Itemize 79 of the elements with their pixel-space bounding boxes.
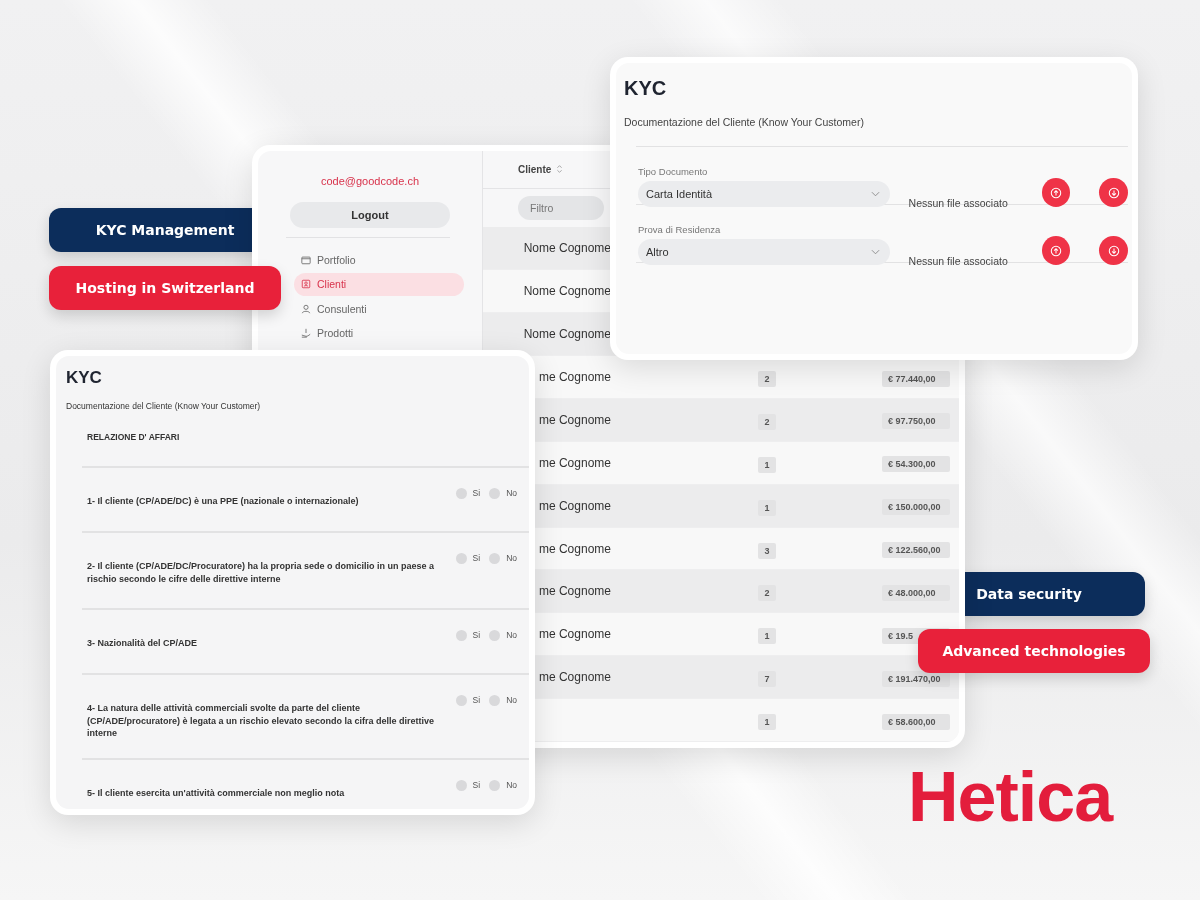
count-tag: 7 xyxy=(758,671,776,688)
amount-tag: € 77.440,00 xyxy=(882,370,950,387)
amount-tag: € 58.600,00 xyxy=(882,713,950,730)
person-icon xyxy=(301,303,311,314)
hand-icon xyxy=(301,328,311,338)
chevron-down-icon xyxy=(870,249,880,255)
download-button[interactable] xyxy=(1099,236,1128,265)
amount-tag: € 48.000,00 xyxy=(882,584,950,601)
arrow-down-icon xyxy=(1107,244,1120,257)
count-tag: 1 xyxy=(758,499,776,516)
client-name: me Cognome xyxy=(538,455,611,470)
logout-button[interactable]: Logout xyxy=(290,202,450,228)
sidebar-item[interactable]: Portfolio xyxy=(294,248,464,271)
sidebar-item[interactable]: Consulenti xyxy=(294,297,464,320)
column-header[interactable]: Cliente xyxy=(518,163,552,175)
client-name: me Cognome xyxy=(538,370,611,384)
arrow-up-icon xyxy=(1050,186,1063,199)
radio-option[interactable]: No xyxy=(489,695,517,707)
radio-option[interactable]: Si xyxy=(455,695,481,707)
file-status: Nessun file associato xyxy=(908,255,1009,267)
count-tag: 1 xyxy=(758,714,776,730)
amount-tag: € 97.750,00 xyxy=(882,413,950,430)
arrow-up-icon xyxy=(1050,244,1063,257)
client-name: me Cognome xyxy=(538,498,611,513)
document-select[interactable]: Carta Identità xyxy=(638,181,890,207)
contact-card-icon xyxy=(301,279,311,289)
radio-option[interactable]: No xyxy=(489,780,517,792)
file-status: Nessun file associato xyxy=(908,197,1009,209)
radio-option[interactable]: Si xyxy=(455,780,481,792)
client-name: Nome Cognome xyxy=(523,284,611,299)
section-heading: RELAZIONE D' AFFARI xyxy=(82,432,529,468)
client-name: Nome Cognome xyxy=(523,327,611,342)
window-title: KYC xyxy=(66,368,103,388)
count-tag: 3 xyxy=(758,542,776,559)
sidebar-item[interactable]: Prodotti xyxy=(294,321,464,345)
radio-option[interactable]: Si xyxy=(455,630,481,642)
question-text: 1- Il cliente (CP/ADE/DC) è una PPE (nazionale o internazionale) xyxy=(87,495,360,508)
upload-button[interactable] xyxy=(1041,178,1071,207)
radio-option[interactable]: Si xyxy=(455,553,481,565)
chevron-down-icon xyxy=(870,191,880,197)
logo: Hetica xyxy=(908,762,1113,832)
radio-option[interactable]: Si xyxy=(455,488,481,500)
count-tag: 1 xyxy=(758,628,776,645)
feature-badge: Advanced technologies xyxy=(918,629,1150,673)
count-tag: 2 xyxy=(758,413,776,430)
question-text: 4- La natura delle attività commerciali svolte da parte del cliente (CP/ADE/procuratore) è legata a un rischio elevato secondo la cifra delle direttive interne xyxy=(87,702,436,740)
radio-option[interactable]: No xyxy=(489,630,517,642)
window-title: KYC xyxy=(624,77,668,100)
client-name: me Cognome xyxy=(538,670,611,685)
question-text: 3- Nazionalità del CP/ADE xyxy=(87,637,199,650)
count-tag: 2 xyxy=(758,585,776,602)
document-select[interactable]: Altro xyxy=(638,239,890,265)
count-tag: 1 xyxy=(758,456,776,473)
client-name: Nome Cognome xyxy=(523,241,611,256)
amount-tag: € 191.470,00 xyxy=(882,670,950,687)
upload-button[interactable] xyxy=(1041,236,1071,265)
filter-field[interactable]: Filtro xyxy=(518,196,604,221)
field-label: Tipo Documento xyxy=(638,166,709,177)
feature-badge: Hosting in Switzerland xyxy=(49,266,281,310)
amount-tag: € 122.560,00 xyxy=(882,542,950,558)
radio-option[interactable]: No xyxy=(489,553,517,565)
amount-tag: € 150.000,00 xyxy=(882,499,950,516)
client-name: me Cognome xyxy=(538,584,611,599)
count-tag: 2 xyxy=(758,371,776,387)
question-text: 5- Il cliente esercita un'attività commerciale non meglio nota xyxy=(87,787,346,800)
window-subtitle: Documentazione del Cliente (Know Your Customer) xyxy=(66,401,262,411)
client-name: me Cognome xyxy=(538,627,611,642)
client-name: me Cognome xyxy=(538,412,611,427)
client-name: me Cognome xyxy=(538,541,611,556)
window-subtitle: Documentazione del Cliente (Know Your Customer) xyxy=(624,116,865,128)
folder-icon xyxy=(301,254,311,265)
sidebar-item[interactable]: Clienti xyxy=(294,272,464,296)
radio-option[interactable]: No xyxy=(489,488,517,500)
question-text: 2- Il cliente (CP/ADE/DC/Procuratore) ha la propria sede o domicilio in un paese a rischio secondo le cifre delle direttive interne xyxy=(87,560,436,586)
download-button[interactable] xyxy=(1099,178,1128,207)
field-label: Prova di Residenza xyxy=(638,224,722,235)
arrow-down-icon xyxy=(1107,186,1120,199)
user-email: code@goodcode.ch xyxy=(320,175,420,187)
amount-tag: € 54.300,00 xyxy=(882,456,950,473)
